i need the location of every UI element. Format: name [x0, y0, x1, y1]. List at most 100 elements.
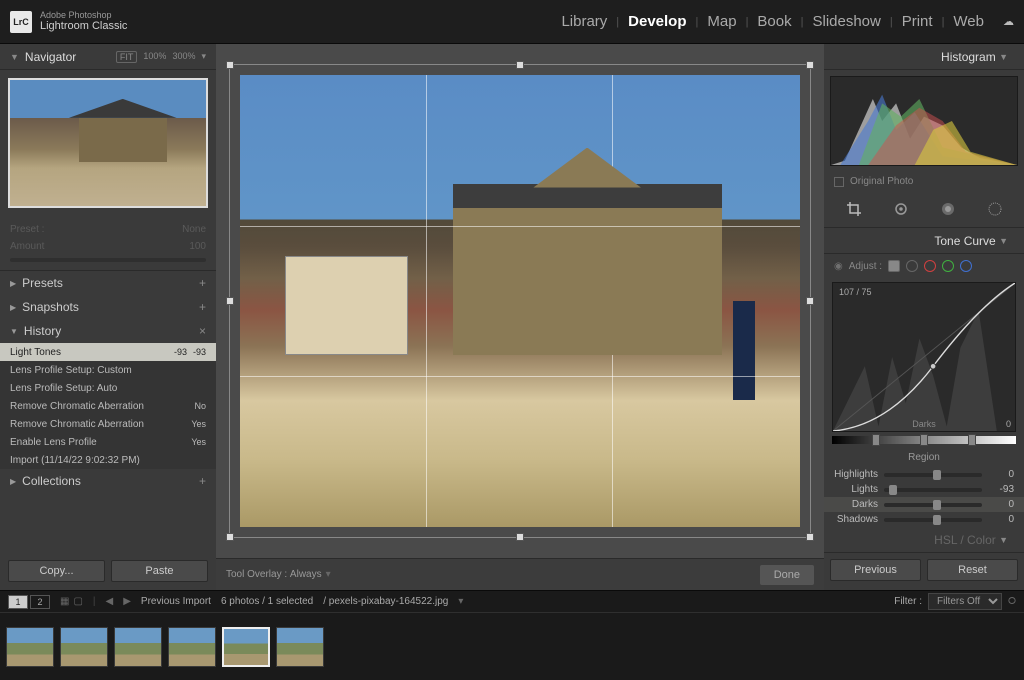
tool-overlay-value[interactable]: Always — [290, 569, 322, 580]
screen-2-button[interactable]: 2 — [30, 595, 50, 609]
history-item[interactable]: Remove Chromatic AberrationYes — [0, 415, 216, 433]
crop-handle[interactable] — [226, 533, 234, 541]
lock-icon[interactable]: ⭘ — [1008, 596, 1016, 607]
history-item[interactable]: Lens Profile Setup: Auto — [0, 379, 216, 397]
filmstrip-toolbar: 1 2 ▦ ▢ | ◀ ▶ Previous Import 6 photos /… — [0, 591, 1024, 613]
develop-toolbar: Tool Overlay : Always ▾ Done — [216, 558, 824, 590]
photo-count: 6 photos / 1 selected — [221, 596, 313, 607]
tone-curve-header[interactable]: Tone Curve ▼ — [824, 228, 1024, 254]
chevron-down-icon[interactable]: ▾ — [201, 51, 206, 63]
crop-handle[interactable] — [806, 297, 814, 305]
zoom-100[interactable]: 100% — [143, 51, 166, 63]
radial-tool-icon[interactable] — [985, 199, 1005, 219]
grid-view-icon[interactable]: ▦ — [60, 596, 69, 607]
nav-fwd-icon[interactable]: ▶ — [123, 596, 131, 607]
collections-panel-header[interactable]: ▶Collections+ — [0, 469, 216, 493]
copy-button[interactable]: Copy... — [8, 560, 105, 582]
snapshots-panel-header[interactable]: ▶Snapshots+ — [0, 295, 216, 319]
history-item[interactable]: Light Tones-93-93 — [0, 343, 216, 361]
crop-tool-icon[interactable] — [844, 199, 864, 219]
histogram-header[interactable]: Histogram ▼ — [824, 44, 1024, 70]
history-item[interactable]: Remove Chromatic AberrationNo — [0, 397, 216, 415]
filmstrip-thumb[interactable] — [222, 627, 270, 667]
filmstrip-thumb[interactable] — [114, 627, 162, 667]
plus-icon[interactable]: + — [199, 276, 206, 290]
curve-channel-green[interactable] — [942, 260, 954, 272]
healing-tool-icon[interactable] — [891, 199, 911, 219]
tone-curve-split-bar[interactable] — [832, 436, 1016, 444]
hsl-color-header[interactable]: HSL / Color ▼ — [824, 527, 1024, 553]
region-slider-lights[interactable]: Lights-93 — [824, 482, 1024, 497]
zoom-300[interactable]: 300% — [172, 51, 195, 63]
canvas-area[interactable] — [216, 44, 824, 558]
plus-icon[interactable]: + — [199, 300, 206, 314]
presets-panel-header[interactable]: ▶Presets+ — [0, 271, 216, 295]
curve-channel-point[interactable] — [906, 260, 918, 272]
previous-button[interactable]: Previous — [830, 559, 921, 581]
mask-tool-icon[interactable] — [938, 199, 958, 219]
filmstrip-thumb[interactable] — [6, 627, 54, 667]
zoom-fit[interactable]: FIT — [116, 51, 138, 63]
plus-icon[interactable]: + — [199, 474, 206, 488]
navigator-thumbnail[interactable] — [8, 78, 208, 208]
chevron-down-icon[interactable]: ▾ — [458, 596, 463, 607]
module-develop[interactable]: Develop — [619, 13, 695, 30]
tool-overlay-label: Tool Overlay : — [226, 569, 287, 580]
crop-handle[interactable] — [516, 61, 524, 69]
curve-channel-blue[interactable] — [960, 260, 972, 272]
module-book[interactable]: Book — [748, 13, 800, 30]
close-icon[interactable]: × — [199, 324, 206, 338]
crop-handle[interactable] — [226, 61, 234, 69]
thumbnail-strip[interactable] — [0, 613, 1024, 680]
nav-back-icon[interactable]: ◀ — [106, 596, 114, 607]
crop-handle[interactable] — [516, 533, 524, 541]
reset-button[interactable]: Reset — [927, 559, 1018, 581]
filmstrip-thumb[interactable] — [60, 627, 108, 667]
history-item[interactable]: Lens Profile Setup: Custom — [0, 361, 216, 379]
quick-develop-disabled: Preset :None Amount100 — [0, 216, 216, 270]
region-slider-highlights[interactable]: Highlights0 — [824, 467, 1024, 482]
tool-strip — [824, 191, 1024, 228]
region-slider-darks[interactable]: Darks0 — [824, 497, 1024, 512]
histogram-display[interactable] — [830, 76, 1018, 166]
filter-label: Filter : — [894, 596, 922, 607]
module-map[interactable]: Map — [698, 13, 745, 30]
breadcrumb[interactable]: Previous Import — [141, 596, 211, 607]
tone-curve-adjust-row: ◉ Adjust : — [824, 254, 1024, 278]
filter-select[interactable]: Filters Off — [928, 593, 1002, 610]
history-panel-header[interactable]: ▼History× — [0, 319, 216, 343]
tone-curve-graph[interactable]: 107 / 75 Darks 0 — [832, 282, 1016, 432]
navigator-zoom-buttons: FIT 100% 300% ▾ — [116, 51, 206, 63]
navigator-preview[interactable] — [0, 70, 216, 216]
checkbox-icon[interactable] — [834, 177, 844, 187]
crop-handle[interactable] — [226, 297, 234, 305]
chevron-right-icon: ▶ — [10, 279, 16, 288]
chevron-down-icon: ▼ — [999, 236, 1008, 246]
module-web[interactable]: Web — [944, 13, 993, 30]
history-item[interactable]: Import (11/14/22 9:02:32 PM) — [0, 451, 216, 469]
module-slideshow[interactable]: Slideshow — [803, 13, 889, 30]
original-photo-toggle[interactable]: Original Photo — [824, 172, 1024, 191]
filmstrip-thumb[interactable] — [168, 627, 216, 667]
region-slider-shadows[interactable]: Shadows0 — [824, 512, 1024, 527]
module-print[interactable]: Print — [893, 13, 942, 30]
chevron-right-icon: ▶ — [10, 303, 16, 312]
filmstrip-thumb[interactable] — [276, 627, 324, 667]
module-library[interactable]: Library — [552, 13, 616, 30]
done-button[interactable]: Done — [760, 565, 814, 585]
left-panel: ▼ Navigator FIT 100% 300% ▾ Preset :None… — [0, 44, 216, 590]
curve-channel-parametric[interactable] — [888, 260, 900, 272]
history-item[interactable]: Enable Lens ProfileYes — [0, 433, 216, 451]
screen-1-button[interactable]: 1 — [8, 595, 28, 609]
navigator-header[interactable]: ▼ Navigator FIT 100% 300% ▾ — [0, 44, 216, 70]
module-picker: Library|Develop|Map|Book|Slideshow|Print… — [552, 13, 1014, 30]
crop-handle[interactable] — [806, 533, 814, 541]
chevron-down-icon[interactable]: ▾ — [326, 569, 331, 580]
paste-button[interactable]: Paste — [111, 560, 208, 582]
curve-channel-red[interactable] — [924, 260, 936, 272]
app-logo: LrC — [10, 11, 32, 33]
photo-crop-overlay[interactable] — [240, 75, 800, 527]
crop-handle[interactable] — [806, 61, 814, 69]
cloud-sync-icon[interactable]: ☁ — [1003, 15, 1014, 28]
loupe-view-icon[interactable]: ▢ — [73, 596, 82, 607]
